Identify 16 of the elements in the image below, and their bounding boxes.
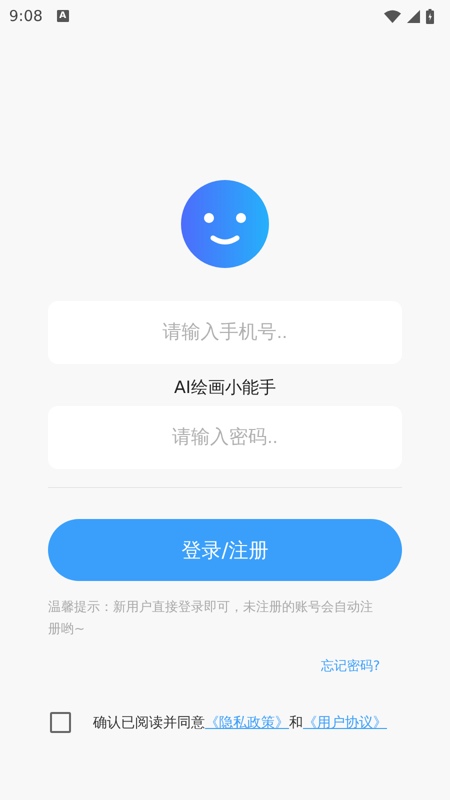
forgot-password-link[interactable]: 忘记密码?	[321, 657, 380, 675]
signal-icon	[407, 10, 420, 22]
user-agreement-link[interactable]: 《用户协议》	[303, 714, 387, 730]
agreement-text: 确认已阅读并同意《隐私政策》和《用户协议》	[93, 714, 387, 732]
wifi-icon	[384, 10, 401, 22]
notification-icon: A	[56, 10, 69, 22]
password-input[interactable]: 请输入密码..	[48, 406, 402, 469]
agreement-checkbox[interactable]	[50, 712, 71, 733]
battery-icon	[426, 8, 434, 24]
login-button[interactable]: 登录/注册	[48, 519, 402, 581]
app-name: AI绘画小能手	[174, 377, 276, 400]
clock: 9:08	[9, 7, 43, 25]
phone-input[interactable]: 请输入手机号..	[48, 301, 402, 364]
hint-text: 温馨提示：新用户直接登录即可，未注册的账号会自动注册哟~	[48, 599, 374, 639]
privacy-policy-link[interactable]: 《隐私政策》	[205, 714, 289, 730]
smiley-logo-icon	[181, 180, 269, 268]
